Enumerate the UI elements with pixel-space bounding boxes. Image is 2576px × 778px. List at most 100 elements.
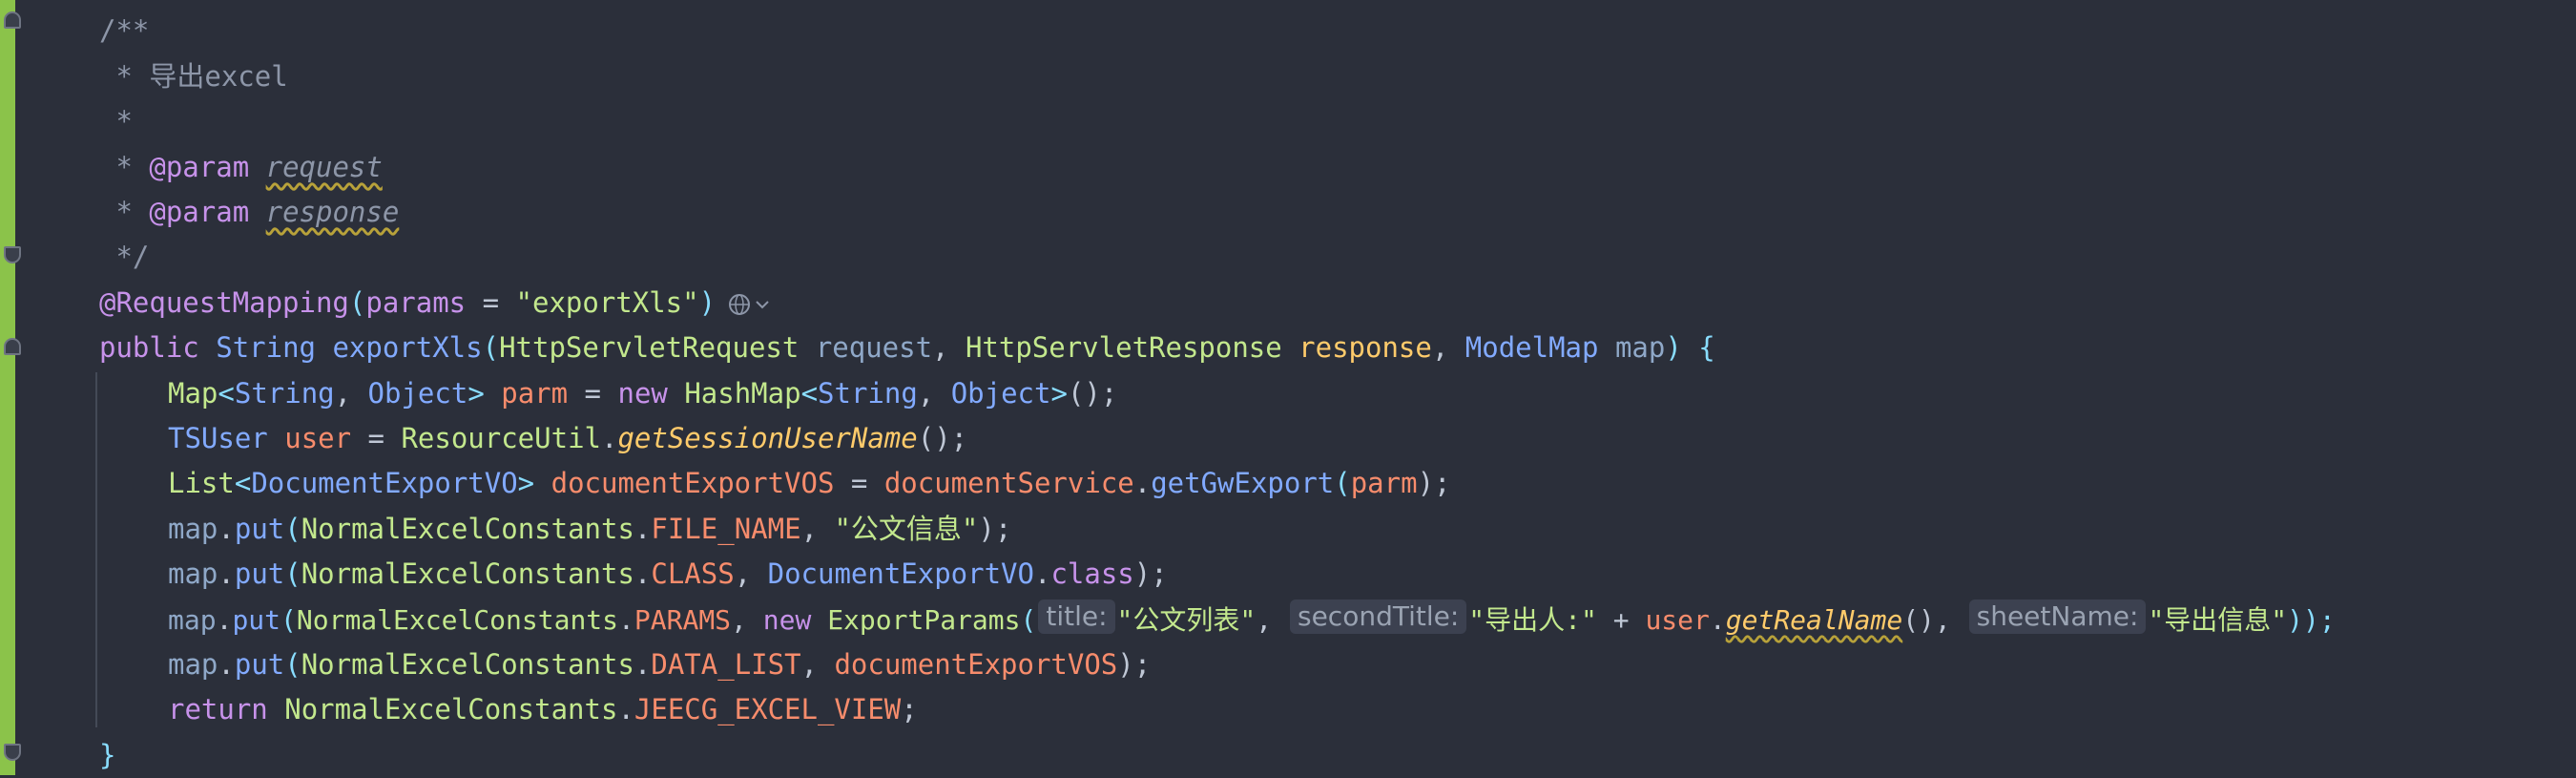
param-name[interactable]: response bbox=[1298, 331, 1432, 364]
type-name[interactable]: Map bbox=[168, 377, 218, 410]
type-name[interactable]: DocumentExportVO bbox=[768, 557, 1034, 590]
code-line[interactable]: * @param response bbox=[99, 190, 399, 235]
constant[interactable]: DATA_LIST bbox=[651, 648, 800, 681]
operator: = bbox=[466, 286, 516, 319]
type-name[interactable]: DocumentExportVO bbox=[251, 467, 517, 499]
string-literal[interactable]: "公文列表" bbox=[1117, 604, 1257, 636]
comment-text: * 导出excel bbox=[99, 60, 288, 93]
comment-text: /** bbox=[99, 14, 150, 47]
variable[interactable]: user bbox=[284, 422, 351, 454]
variable[interactable]: documentExportVOS bbox=[551, 467, 835, 499]
type-name[interactable]: Object bbox=[951, 377, 1051, 410]
keyword: new bbox=[762, 604, 812, 636]
field[interactable]: documentService bbox=[884, 467, 1134, 499]
indent-guide bbox=[95, 372, 97, 727]
type-name[interactable]: TSUser bbox=[168, 422, 268, 454]
comment-text: */ bbox=[99, 241, 150, 273]
param-hint: sheetName: bbox=[1968, 599, 2147, 634]
variable[interactable]: map bbox=[168, 604, 217, 636]
param-type[interactable]: HttpServletRequest bbox=[499, 331, 799, 364]
constant[interactable]: JEECG_EXCEL_VIEW bbox=[634, 693, 901, 725]
class-name[interactable]: NormalExcelConstants bbox=[301, 513, 634, 545]
fold-icon[interactable] bbox=[4, 246, 21, 263]
code-line[interactable]: @RequestMapping(params = "exportXls") bbox=[99, 281, 771, 326]
comment-text: * bbox=[99, 151, 150, 183]
type-name[interactable]: Object bbox=[368, 377, 468, 410]
code-line[interactable]: map.put(NormalExcelConstants.FILE_NAME, … bbox=[168, 507, 1011, 552]
type-name[interactable]: List bbox=[168, 467, 235, 499]
param-name[interactable]: map bbox=[1615, 331, 1665, 364]
method-call[interactable]: getRealName bbox=[1726, 604, 1902, 636]
param-hint: title: bbox=[1038, 599, 1115, 634]
static-method[interactable]: getSessionUserName bbox=[617, 422, 917, 454]
type-name[interactable]: String bbox=[818, 377, 918, 410]
class-name[interactable]: ExportParams bbox=[827, 604, 1020, 636]
code-line[interactable]: map.put(NormalExcelConstants.DATA_LIST, … bbox=[168, 642, 1151, 687]
keyword: class bbox=[1050, 557, 1134, 590]
constant[interactable]: FILE_NAME bbox=[651, 513, 800, 545]
javadoc-tag: @param bbox=[149, 196, 250, 228]
annotation-name[interactable]: @RequestMapping bbox=[99, 286, 349, 319]
variable[interactable]: parm bbox=[501, 377, 568, 410]
code-line[interactable]: * bbox=[99, 99, 132, 144]
code-line[interactable]: */ bbox=[99, 235, 149, 280]
type-name[interactable]: String bbox=[235, 377, 335, 410]
type-name[interactable]: HashMap bbox=[684, 377, 800, 410]
class-name[interactable]: NormalExcelConstants bbox=[301, 648, 634, 681]
keyword: public bbox=[99, 331, 199, 364]
string-literal[interactable]: "exportXls" bbox=[516, 286, 699, 319]
annotation-attribute[interactable]: params bbox=[365, 286, 466, 319]
class-name[interactable]: ResourceUtil bbox=[401, 422, 601, 454]
variable[interactable]: map bbox=[168, 648, 218, 681]
code-line[interactable]: * 导出excel bbox=[99, 54, 288, 99]
variable[interactable]: parm bbox=[1351, 467, 1418, 499]
javadoc-param-name[interactable]: response bbox=[266, 196, 400, 228]
return-type[interactable]: String bbox=[216, 331, 316, 364]
code-line[interactable]: map.put(NormalExcelConstants.PARAMS, new… bbox=[168, 598, 2336, 642]
variable[interactable]: map bbox=[168, 557, 218, 590]
code-line[interactable]: * @param request bbox=[99, 145, 383, 190]
method-call[interactable]: put bbox=[232, 604, 280, 636]
class-name[interactable]: NormalExcelConstants bbox=[301, 557, 634, 590]
param-type[interactable]: HttpServletResponse bbox=[966, 331, 1282, 364]
brace: } bbox=[99, 739, 116, 771]
javadoc-param-name[interactable]: request bbox=[266, 151, 383, 183]
brace: { bbox=[1698, 331, 1715, 364]
paren: ) bbox=[698, 286, 717, 319]
code-line[interactable]: } bbox=[99, 733, 115, 778]
code-line[interactable]: TSUser user = ResourceUtil.getSessionUse… bbox=[168, 416, 967, 461]
fold-icon[interactable] bbox=[4, 338, 21, 355]
comment-text: * bbox=[99, 196, 150, 228]
method-call[interactable]: put bbox=[235, 648, 284, 681]
vcs-change-gutter bbox=[0, 0, 15, 775]
class-name[interactable]: NormalExcelConstants bbox=[284, 693, 617, 725]
param-type[interactable]: ModelMap bbox=[1465, 331, 1599, 364]
fold-icon[interactable] bbox=[4, 744, 21, 761]
variable[interactable]: documentExportVOS bbox=[834, 648, 1117, 681]
variable[interactable]: map bbox=[168, 513, 218, 545]
constant[interactable]: PARAMS bbox=[634, 604, 731, 636]
param-name[interactable]: request bbox=[816, 331, 932, 364]
string-literal[interactable]: "公文信息" bbox=[834, 513, 978, 545]
code-editor[interactable]: /** * 导出excel * * @param request * @para… bbox=[0, 0, 2576, 775]
code-line[interactable]: Map<String, Object> parm = new HashMap<S… bbox=[168, 371, 1117, 416]
code-line[interactable]: map.put(NormalExcelConstants.CLASS, Docu… bbox=[168, 552, 1168, 597]
code-line[interactable]: public String exportXls(HttpServletReque… bbox=[99, 326, 1715, 370]
globe-icon[interactable] bbox=[727, 292, 752, 317]
variable[interactable]: user bbox=[1645, 604, 1709, 636]
class-name[interactable]: NormalExcelConstants bbox=[297, 604, 618, 636]
fold-icon[interactable] bbox=[4, 11, 21, 29]
code-line[interactable]: /** bbox=[99, 9, 149, 53]
paren: ( bbox=[348, 286, 366, 319]
code-line[interactable]: return NormalExcelConstants.JEECG_EXCEL_… bbox=[168, 687, 918, 732]
string-literal[interactable]: "导出信息" bbox=[2148, 604, 2287, 636]
paren: ( bbox=[482, 331, 500, 364]
string-literal[interactable]: "导出人:" bbox=[1468, 604, 1597, 636]
code-line[interactable]: List<DocumentExportVO> documentExportVOS… bbox=[168, 461, 1450, 506]
method-name[interactable]: exportXls bbox=[332, 331, 482, 364]
method-call[interactable]: put bbox=[235, 557, 284, 590]
chevron-down-icon[interactable] bbox=[754, 296, 771, 313]
method-call[interactable]: getGwExport bbox=[1151, 467, 1334, 499]
method-call[interactable]: put bbox=[235, 513, 284, 545]
constant[interactable]: CLASS bbox=[651, 557, 734, 590]
